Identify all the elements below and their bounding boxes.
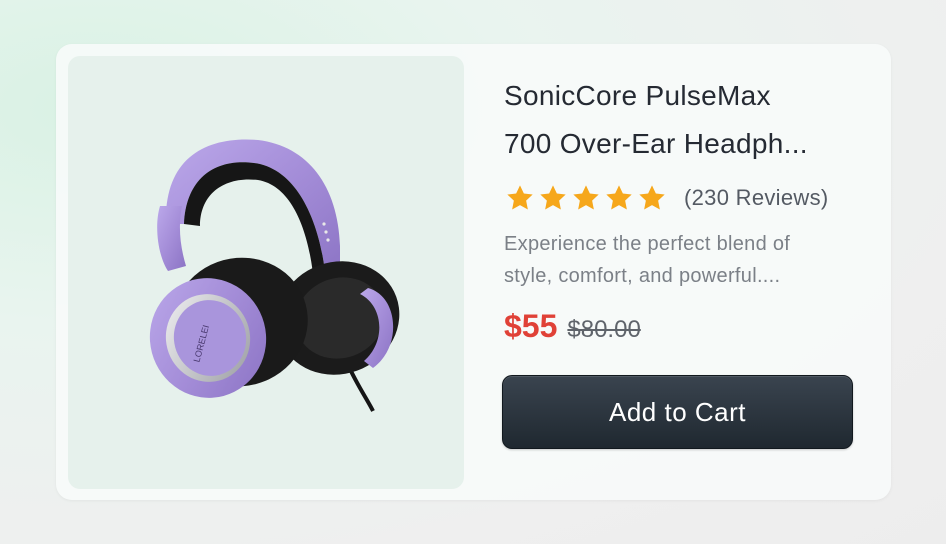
review-count[interactable]: (230 Reviews) xyxy=(684,185,829,211)
product-info: SonicCore PulseMax 700 Over-Ear Headph..… xyxy=(504,72,864,345)
star-rating xyxy=(504,182,668,214)
product-title: SonicCore PulseMax 700 Over-Ear Headph..… xyxy=(504,72,864,168)
star-icon xyxy=(639,185,665,210)
rating-row: (230 Reviews) xyxy=(504,182,864,214)
original-price: $80.00 xyxy=(567,316,641,343)
star-icon xyxy=(573,185,599,210)
current-price: $55 xyxy=(504,308,558,344)
description-line-2: style, comfort, and powerful.... xyxy=(504,265,781,287)
add-to-cart-button[interactable]: Add to Cart xyxy=(502,375,853,449)
star-icon xyxy=(507,185,533,210)
description-line-1: Experience the perfect blend of xyxy=(504,233,791,255)
product-title-line-2: 700 Over-Ear Headph... xyxy=(504,128,808,159)
headphones-image[interactable]: LORELEI xyxy=(68,56,464,489)
product-image-panel: LORELEI xyxy=(68,56,464,489)
product-card: LORELEI SonicCore PulseMax 700 Over-Ear … xyxy=(56,44,891,500)
product-description: Experience the perfect blend of style, c… xyxy=(504,228,864,292)
star-icon xyxy=(606,185,632,210)
price-row: $55 $80.00 xyxy=(504,308,864,345)
star-icon xyxy=(540,185,566,210)
product-title-line-1: SonicCore PulseMax xyxy=(504,80,771,111)
